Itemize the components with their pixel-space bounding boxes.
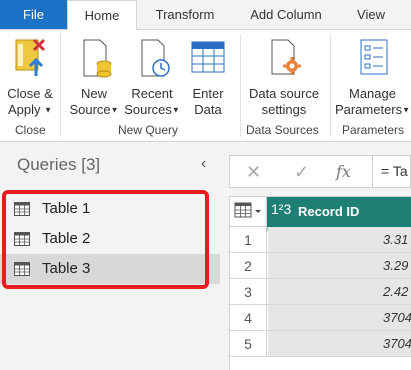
close-apply-label-2: Apply xyxy=(7,102,41,117)
chevron-down-icon: ▼ xyxy=(44,105,53,115)
cell-value: 3.29 xyxy=(383,258,409,273)
row-number: 4 xyxy=(230,305,267,331)
divider xyxy=(330,34,331,137)
data-source-settings-label-2: settings xyxy=(261,102,307,117)
cell-value: 2.42 xyxy=(383,284,409,299)
collapse-chevron-icon[interactable]: ‹ xyxy=(201,155,206,173)
row-number: 3 xyxy=(230,279,267,305)
column-header-label: Record ID xyxy=(298,204,360,219)
chevron-down-icon: ▼ xyxy=(402,105,411,115)
recent-sources-label-1: Recent xyxy=(131,86,173,101)
table-cell[interactable]: 37040 xyxy=(268,331,411,356)
confirm-icon[interactable]: ✓ xyxy=(294,162,309,183)
chevron-down-icon: ▼ xyxy=(110,105,119,115)
table-row: 5 37040 xyxy=(230,331,411,357)
cancel-icon[interactable]: ✕ xyxy=(246,162,261,183)
tab-view[interactable]: View xyxy=(345,0,397,29)
close-apply-icon xyxy=(15,38,46,76)
table-cell[interactable]: 3.31 xyxy=(268,227,411,252)
group-label-new-query: New Query xyxy=(118,123,179,137)
recent-sources-icon xyxy=(141,39,170,77)
divider xyxy=(60,34,61,137)
row-number: 2 xyxy=(230,253,267,279)
new-source-icon xyxy=(83,39,112,78)
enter-data-button[interactable]: Enter Data xyxy=(186,36,230,118)
table-row: 2 3.29 xyxy=(230,253,411,279)
table-row: 4 37040 xyxy=(230,305,411,331)
grid-corner-menu[interactable] xyxy=(230,197,267,227)
manage-parameters-label-1: Manage xyxy=(349,86,396,101)
manage-parameters-button[interactable]: Manage Parameters▼ xyxy=(334,36,411,119)
recent-sources-label-2: Sources xyxy=(124,102,172,117)
new-source-label-2: Source xyxy=(69,102,111,117)
column-type-icon[interactable]: 1²3 xyxy=(271,201,291,217)
data-source-settings-button[interactable]: Data source settings xyxy=(246,36,322,118)
ribbon-home: Close & Apply ▼ Close New Source▼ Recent… xyxy=(0,29,411,142)
cell-value: 37040 xyxy=(383,336,411,351)
close-apply-button[interactable]: Close & Apply ▼ xyxy=(6,36,54,119)
cell-value: 37040 xyxy=(383,310,411,325)
table-cell[interactable]: 3.29 xyxy=(268,253,411,278)
queries-title: Queries [3] xyxy=(17,155,101,174)
row-number: 1 xyxy=(230,227,267,253)
power-query-editor: File Home Transform Add Column View Clos… xyxy=(0,0,411,370)
column-header-record-id[interactable]: 1²3 Record ID xyxy=(267,197,411,227)
table-row: 3 2.42 xyxy=(230,279,411,305)
table-icon xyxy=(191,41,225,73)
ribbon-tabs: File Home Transform Add Column View xyxy=(0,0,411,30)
table-menu-icon xyxy=(234,202,261,218)
tab-home[interactable]: Home xyxy=(67,0,137,30)
group-label-data-sources: Data Sources xyxy=(246,123,319,137)
highlight-box xyxy=(2,190,209,289)
recent-sources-button[interactable]: Recent Sources▼ xyxy=(122,36,182,119)
new-source-button[interactable]: New Source▼ xyxy=(66,36,122,119)
table-cell[interactable]: 37040 xyxy=(268,305,411,330)
manage-parameters-label-2: Parameters xyxy=(334,102,403,117)
tab-transform[interactable]: Transform xyxy=(142,0,228,29)
close-apply-label-1: Close & xyxy=(7,86,53,101)
formula-bar: ✕ ✓ fx = Ta xyxy=(229,155,411,188)
parameters-icon xyxy=(360,39,387,75)
data-source-settings-icon xyxy=(271,39,301,75)
group-label-close: Close xyxy=(15,123,46,137)
tab-add-column[interactable]: Add Column xyxy=(238,0,334,29)
cell-value: 3.31 xyxy=(383,232,409,247)
formula-input[interactable]: = Ta xyxy=(372,156,411,187)
table-row: 1 3.31 xyxy=(230,227,411,253)
tab-file[interactable]: File xyxy=(0,0,67,29)
new-source-label-1: New xyxy=(80,86,107,101)
chevron-down-icon: ▼ xyxy=(171,105,180,115)
enter-data-label-2: Data xyxy=(194,102,222,117)
enter-data-label-1: Enter xyxy=(192,86,224,101)
group-label-parameters: Parameters xyxy=(342,123,405,137)
row-number: 5 xyxy=(230,331,267,357)
fx-icon[interactable]: fx xyxy=(336,162,351,181)
data-source-settings-label-1: Data source xyxy=(248,86,320,101)
divider xyxy=(240,34,241,137)
table-cell[interactable]: 2.42 xyxy=(268,279,411,304)
data-grid: 1²3 Record ID 1 3.31 2 3.29 3 2.42 4 370… xyxy=(229,196,411,370)
